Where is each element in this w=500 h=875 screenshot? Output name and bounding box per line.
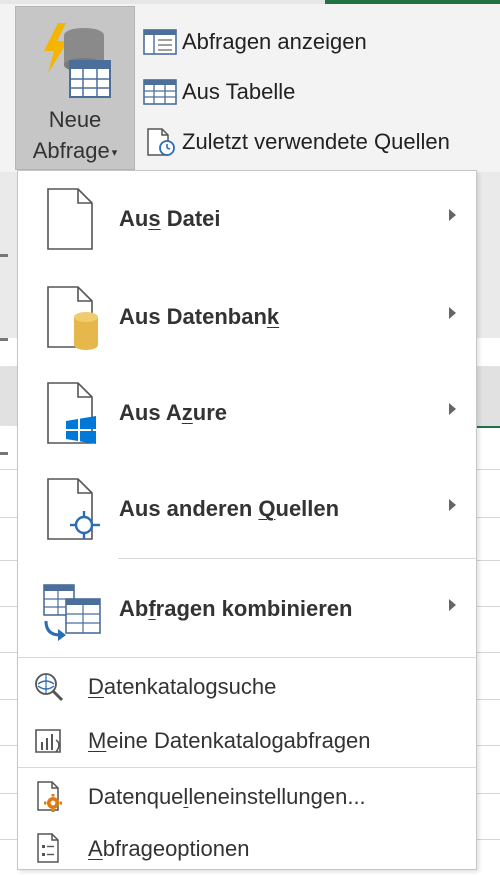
data-source-settings-icon bbox=[37, 781, 62, 812]
menu-separator bbox=[118, 558, 476, 559]
menu-item-label: Aus Azure bbox=[119, 400, 227, 425]
new-query-button[interactable]: Neue Abfrage ▾ bbox=[15, 6, 135, 170]
menu-item-label: Meine Datenkatalogabfragen bbox=[88, 728, 371, 753]
recent-sources-icon bbox=[147, 128, 175, 156]
menu-item-data-catalog-search[interactable]: Datenkatalogsuche bbox=[18, 661, 476, 713]
show-queries-icon bbox=[143, 29, 177, 55]
ribbon: Neue Abfrage ▾ Abfragen anzeigen Aus Tabe… bbox=[0, 0, 500, 172]
menu-item-from-azure[interactable]: Aus Azure bbox=[18, 365, 476, 461]
submenu-arrow-icon bbox=[449, 599, 456, 611]
selected-column-indicator bbox=[476, 426, 500, 428]
submenu-arrow-icon bbox=[449, 209, 456, 221]
ribbon-accent-line bbox=[325, 0, 500, 4]
menu-item-label: Abfragen kombinieren bbox=[119, 596, 353, 621]
menu-item-label: Aus Datei bbox=[119, 206, 221, 231]
submenu-arrow-icon bbox=[449, 403, 456, 415]
azure-file-icon bbox=[47, 382, 96, 444]
other-sources-file-icon bbox=[47, 478, 100, 540]
menu-item-from-other-sources[interactable]: Aus anderen Quellen bbox=[18, 461, 476, 557]
menu-separator bbox=[18, 657, 476, 658]
combine-queries-icon bbox=[43, 584, 101, 641]
new-query-label-line1: Neue bbox=[48, 107, 102, 132]
dropdown-caret-icon: ▾ bbox=[111, 146, 118, 159]
show-queries-label: Abfragen anzeigen bbox=[182, 29, 367, 54]
table-icon bbox=[143, 79, 177, 105]
submenu-arrow-icon bbox=[449, 307, 456, 319]
file-icon bbox=[47, 188, 93, 250]
from-table-button[interactable]: Aus Tabelle bbox=[142, 75, 295, 109]
menu-item-from-file[interactable]: Aus Datei bbox=[18, 171, 476, 267]
new-query-icon bbox=[44, 23, 111, 98]
my-catalog-queries-icon bbox=[35, 729, 61, 753]
recent-sources-button[interactable]: Zuletzt verwendete Quellen bbox=[142, 125, 450, 159]
menu-item-my-catalog-queries[interactable]: Meine Datenkatalogabfragen bbox=[18, 715, 476, 767]
new-query-dropdown-menu: Aus Datei Aus Datenbank Aus Azure Aus an… bbox=[17, 170, 477, 870]
database-file-icon bbox=[47, 286, 98, 350]
menu-item-from-database[interactable]: Aus Datenbank bbox=[18, 269, 476, 365]
menu-item-combine-queries[interactable]: Abfragen kombinieren bbox=[18, 561, 476, 657]
show-queries-button[interactable]: Abfragen anzeigen bbox=[142, 25, 367, 59]
submenu-arrow-icon bbox=[449, 499, 456, 511]
menu-item-data-source-settings[interactable]: Datenquelleneinstellungen... bbox=[18, 771, 476, 823]
menu-item-label: Abfrageoptionen bbox=[88, 836, 250, 861]
menu-item-label: Aus Datenbank bbox=[119, 304, 280, 329]
recent-sources-label: Zuletzt verwendete Quellen bbox=[182, 129, 450, 154]
new-query-label-line2: Abfrage ▾ bbox=[32, 138, 118, 163]
catalog-search-icon bbox=[35, 673, 64, 702]
menu-item-label: Datenkatalogsuche bbox=[88, 674, 277, 699]
from-table-label: Aus Tabelle bbox=[182, 79, 296, 104]
menu-separator bbox=[18, 767, 476, 768]
query-options-icon bbox=[37, 833, 59, 863]
menu-item-label: Aus anderen Quellen bbox=[119, 496, 340, 521]
menu-item-label: Datenquelleneinstellungen... bbox=[88, 784, 366, 809]
menu-item-query-options[interactable]: Abfrageoptionen bbox=[18, 823, 476, 875]
